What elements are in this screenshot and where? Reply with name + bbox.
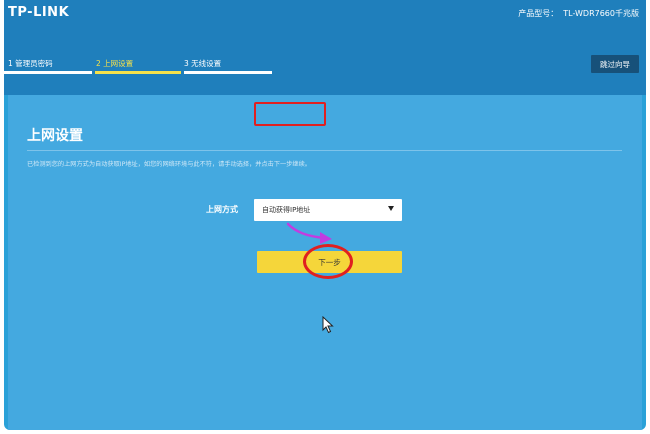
brand-logo: TP-LINK xyxy=(8,5,70,20)
page-title: 上网设置 xyxy=(27,128,83,144)
connection-type-label: 上网方式 xyxy=(206,205,238,214)
mouse-pointer-icon xyxy=(322,316,334,334)
step-wireless-settings-progress xyxy=(184,71,272,74)
model-label: 产品型号： xyxy=(518,9,559,18)
top-bar: TP-LINK 产品型号： TL-WDR7660千兆版 1 管理员密码 2 上网… xyxy=(4,0,646,95)
arrow-annotation-icon xyxy=(286,222,332,244)
step-wireless-settings: 3 无线设置 xyxy=(184,59,222,68)
chevron-down-icon xyxy=(388,206,394,211)
page-description: 已检测到您的上网方式为自动获取IP地址，如您的网络环境与此不符，请手动选择，并点… xyxy=(27,161,311,168)
step-internet-settings-progress xyxy=(95,71,181,74)
step-admin-password-progress xyxy=(4,71,92,74)
title-divider xyxy=(27,150,622,151)
select-highlight-annotation xyxy=(254,102,326,126)
model-value: TL-WDR7660千兆版 xyxy=(563,9,639,18)
connection-type-select[interactable]: 自动获得IP地址 xyxy=(254,199,402,221)
step-admin-password: 1 管理员密码 xyxy=(8,59,53,68)
step-internet-settings: 2 上网设置 xyxy=(96,59,134,68)
skip-wizard-button[interactable]: 跳过向导 xyxy=(591,55,639,73)
connection-type-value: 自动获得IP地址 xyxy=(262,206,311,214)
product-model: 产品型号： TL-WDR7660千兆版 xyxy=(518,8,639,19)
router-setup-screen: TP-LINK 产品型号： TL-WDR7660千兆版 1 管理员密码 2 上网… xyxy=(4,0,646,430)
